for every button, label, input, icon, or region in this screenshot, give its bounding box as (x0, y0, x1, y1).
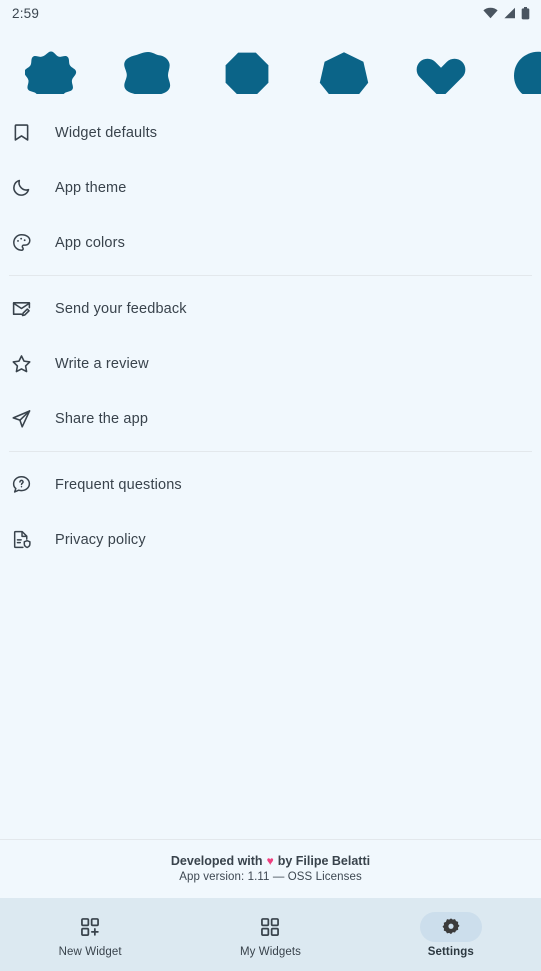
credits-author: by Filipe Belatti (277, 853, 371, 868)
list-divider (9, 451, 532, 452)
heart-icon: ♥ (266, 853, 274, 868)
nav-label: Settings (427, 945, 474, 958)
nav-item-settings[interactable]: Settings (361, 898, 541, 971)
list-item-label: App theme (55, 179, 127, 196)
heart-shape (415, 50, 467, 94)
octagon-shape (221, 50, 273, 94)
bookmark-icon (9, 120, 34, 145)
app-root: 2:59 Widget defaults App theme App color… (0, 0, 541, 971)
status-icons (483, 6, 530, 20)
nav-label: New Widget (58, 945, 122, 958)
list-item-label: Frequent questions (55, 476, 182, 493)
mail-edit-icon (9, 296, 34, 321)
nav-item-my-widgets[interactable]: My Widgets (180, 898, 360, 971)
nav-pill-active (419, 911, 482, 942)
add-widget-icon (79, 916, 101, 938)
status-bar: 2:59 (0, 0, 541, 26)
scalloped-star-shape (25, 50, 77, 94)
palette-icon (9, 230, 34, 255)
app-footer: Developed with ♥ by Filipe Belatti App v… (0, 840, 541, 898)
list-item-label: Share the app (55, 410, 149, 427)
battery-icon (521, 6, 530, 20)
moon-icon (9, 175, 34, 200)
nav-item-new-widget[interactable]: New Widget (0, 898, 180, 971)
list-item-label: Write a review (55, 355, 149, 372)
list-item-privacy-policy[interactable]: Privacy policy (0, 512, 541, 567)
list-divider (9, 275, 532, 276)
blob-shape-clipped (512, 50, 541, 94)
list-item-app-theme[interactable]: App theme (0, 160, 541, 215)
send-icon (9, 406, 34, 431)
nav-label: My Widgets (239, 945, 302, 958)
wifi-icon (483, 7, 498, 19)
settings-list: Widget defaults App theme App colors Sen… (0, 94, 541, 839)
list-item-write-review[interactable]: Write a review (0, 336, 541, 391)
credits-prefix: Developed with (170, 853, 263, 868)
list-item-label: Send your feedback (55, 300, 187, 317)
heptagon-shape (318, 50, 370, 94)
list-item-label: Privacy policy (55, 531, 146, 548)
app-version-line[interactable]: App version: 1.11 — OSS Licenses (179, 871, 362, 883)
list-item-frequent-questions[interactable]: Frequent questions (0, 457, 541, 512)
list-item-label: Widget defaults (55, 124, 158, 141)
nav-pill (59, 912, 121, 942)
question-bubble-icon (9, 472, 34, 497)
grid-widgets-icon (259, 916, 281, 938)
credits-line: Developed with ♥ by Filipe Belatti (171, 854, 370, 868)
star-icon (9, 351, 34, 376)
list-item-share-app[interactable]: Share the app (0, 391, 541, 446)
list-item-app-colors[interactable]: App colors (0, 215, 541, 270)
status-clock: 2:59 (12, 5, 40, 21)
nav-pill (239, 912, 301, 942)
document-shield-icon (9, 527, 34, 552)
list-item-label: App colors (55, 234, 126, 251)
list-item-widget-defaults[interactable]: Widget defaults (0, 105, 541, 160)
gear-icon (441, 917, 461, 937)
shapes-header (0, 26, 541, 94)
cellular-signal-icon (503, 7, 516, 19)
clover-blob-shape (122, 50, 174, 94)
bottom-navigation: New Widget My Widgets Settings (0, 898, 541, 971)
list-item-send-feedback[interactable]: Send your feedback (0, 281, 541, 336)
